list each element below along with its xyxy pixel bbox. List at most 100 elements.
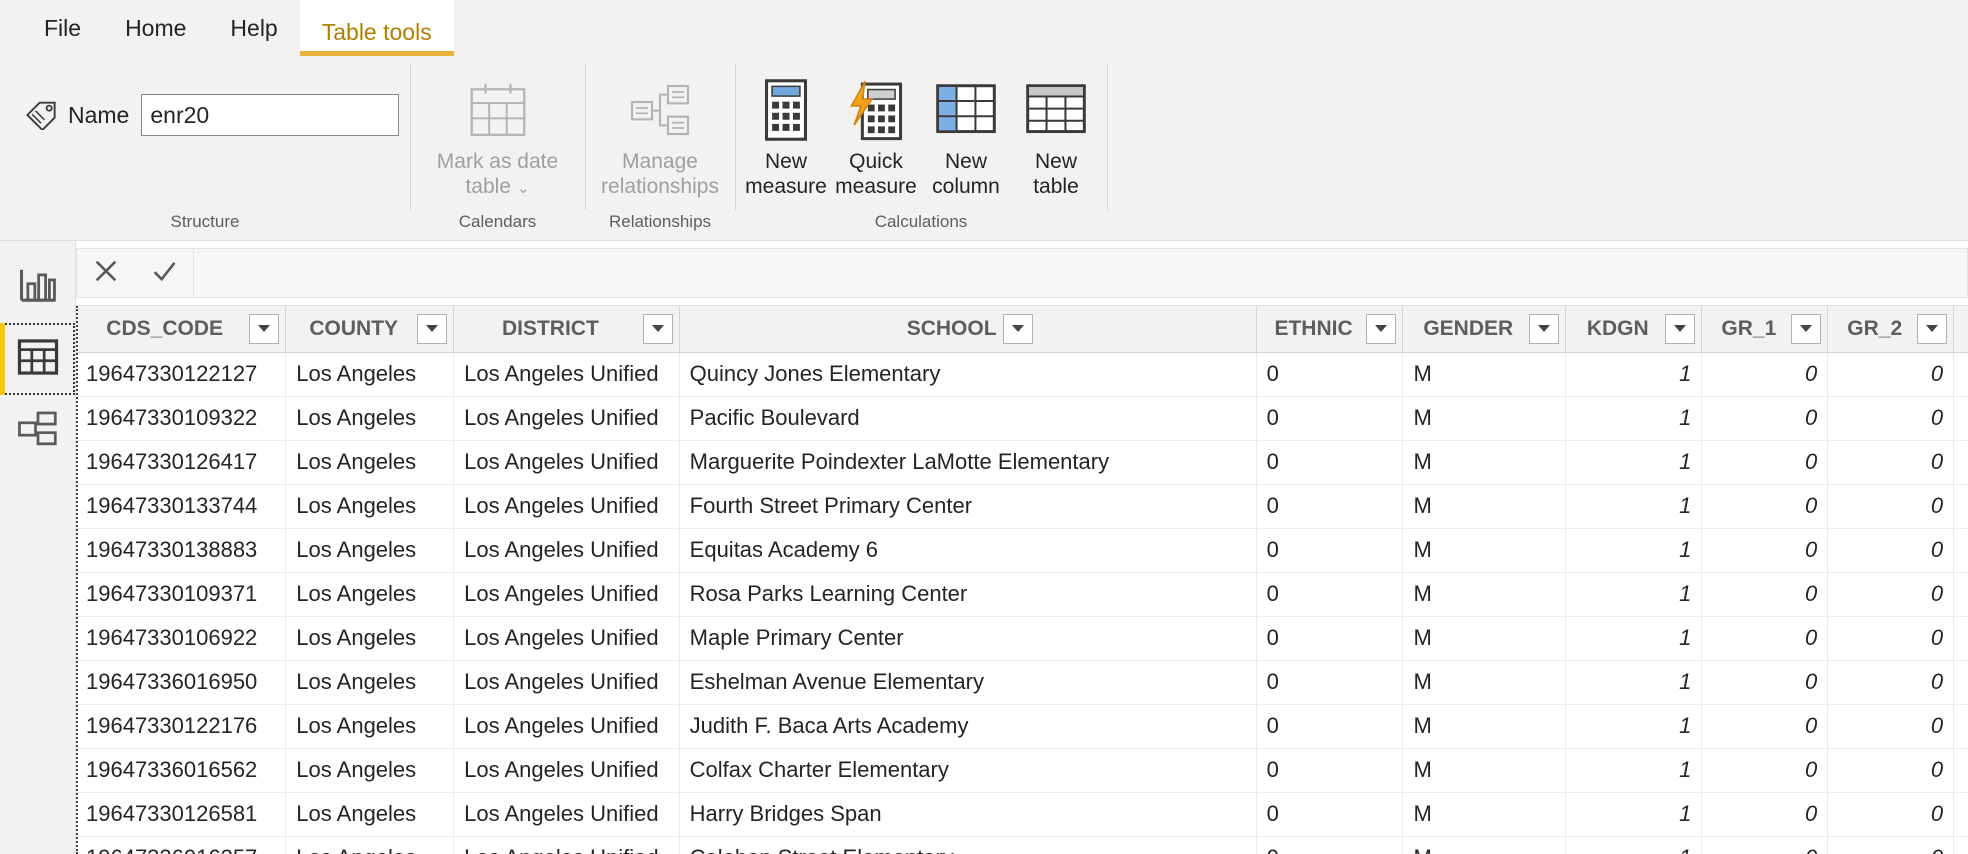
cell-gender[interactable]: M [1402,396,1567,441]
table-row[interactable]: 19647336016257Los AngelesLos Angeles Uni… [76,836,1968,854]
cell-gr_3[interactable]: 0 [1953,440,1968,485]
cell-cds_code[interactable]: 19647330126581 [76,792,287,837]
cell-county[interactable]: Los Angeles [285,396,455,441]
cell-gr_1[interactable]: 0 [1701,748,1829,793]
cell-ethnic[interactable]: 0 [1256,836,1404,854]
cell-gr_2[interactable]: 0 [1827,440,1955,485]
quick-measure-button[interactable]: Quick measure [831,66,921,199]
column-header-kdgn[interactable]: KDGN [1565,306,1703,353]
cell-district[interactable]: Los Angeles Unified [453,792,680,837]
cell-ethnic[interactable]: 0 [1256,440,1404,485]
formula-input[interactable] [194,248,1968,298]
table-row[interactable]: 19647330133744 Los Angeles Los Angeles Uni… [76,484,1968,529]
cell-county[interactable]: Los Angeles [285,792,455,837]
cell-gr_1[interactable]: 0 [1701,528,1829,573]
cell-gr_3[interactable]: 0 [1953,352,1968,397]
column-filter-button-school[interactable] [1002,313,1033,344]
cell-gr_1[interactable]: 0 [1701,352,1829,397]
cell-kdgn[interactable]: 1 [1565,396,1703,441]
cell-gr_3[interactable]: 0 [1953,396,1968,441]
cell-kdgn[interactable]: 1 [1565,484,1703,529]
cell-gender[interactable]: M [1402,704,1567,749]
table-row[interactable]: 19647330138883 Los Angeles Los Angeles Uni… [76,528,1968,573]
cell-ethnic[interactable]: 0 [1256,792,1404,837]
cell-district[interactable]: Los Angeles Unified [453,660,680,705]
cell-gr_3[interactable]: 0 [1953,792,1968,837]
cell-school[interactable]: Fourth Street Primary Center [679,484,1257,529]
ribbon-tab-home[interactable]: Home [103,17,208,54]
column-header-school[interactable]: SCHOOL [679,306,1257,353]
table-name-input[interactable] [141,94,400,136]
cell-gr_3[interactable]: 0 [1953,616,1968,661]
cell-ethnic[interactable]: 0 [1256,484,1404,529]
new-table-button[interactable]: New table [1011,66,1101,199]
cell-county[interactable]: Los Angeles [285,528,455,573]
cell-gr_3[interactable]: 0 [1953,836,1968,854]
cell-ethnic[interactable]: 0 [1256,704,1404,749]
cell-gr_2[interactable]: 0 [1827,660,1955,705]
ribbon-tab-file[interactable]: File [22,17,103,54]
cell-county[interactable]: Los Angeles [285,616,455,661]
column-filter-button-gr_2[interactable] [1917,313,1948,344]
new-measure-button[interactable]: New measure [741,66,831,199]
cell-gr_3[interactable]: 0 [1953,660,1968,705]
new-column-button[interactable]: New column [921,66,1011,199]
column-filter-button-gender[interactable] [1529,313,1560,344]
cell-district[interactable]: Los Angeles Unified [453,748,680,793]
cell-cds_code[interactable]: 19647336016950 [76,660,287,705]
cell-cds_code[interactable]: 19647330109322 [76,396,287,441]
cell-district[interactable]: Los Angeles Unified [453,704,680,749]
cell-school[interactable]: Rosa Parks Learning Center [679,572,1257,617]
cell-kdgn[interactable]: 1 [1565,440,1703,485]
cell-school[interactable]: Marguerite Poindexter LaMotte Elementary [679,440,1257,485]
cell-cds_code[interactable]: 19647330133744 [76,484,287,529]
cell-county[interactable]: Los Angeles [285,836,455,854]
cell-gr_1[interactable]: 0 [1701,836,1829,854]
sidebar-item-model-view[interactable] [0,395,75,467]
cell-gender[interactable]: M [1402,616,1567,661]
cell-cds_code[interactable]: 19647330122127 [76,352,287,397]
table-row[interactable]: 19647330106922 Los Angeles Los Angeles Uni… [76,616,1968,661]
cell-gr_2[interactable]: 0 [1827,748,1955,793]
cell-cds_code[interactable]: 19647330138883 [76,528,287,573]
cell-gr_3[interactable]: 0 [1953,528,1968,573]
cell-cds_code[interactable]: 19647336016257 [76,836,287,854]
cell-gender[interactable]: M [1402,528,1567,573]
column-filter-button-ethnic[interactable] [1366,313,1397,344]
column-header-ethnic[interactable]: ETHNIC [1256,306,1404,353]
cell-ethnic[interactable]: 0 [1256,528,1404,573]
cell-cds_code[interactable]: 19647330122176 [76,704,287,749]
table-row[interactable]: 19647330109371 Los Angeles Los Angeles Uni… [76,572,1968,617]
column-filter-button-cds_code[interactable] [249,313,280,344]
cell-ethnic[interactable]: 0 [1256,660,1404,705]
cell-school[interactable]: Calahan Street Elementary [679,836,1257,854]
cell-gender[interactable]: M [1402,748,1567,793]
cell-gr_1[interactable]: 0 [1701,660,1829,705]
column-header-county[interactable]: COUNTY [285,306,455,353]
cell-gr_1[interactable]: 0 [1701,616,1829,661]
cell-kdgn[interactable]: 1 [1565,748,1703,793]
cell-gr_2[interactable]: 0 [1827,396,1955,441]
cell-cds_code[interactable]: 19647336016562 [76,748,287,793]
column-header-district[interactable]: DISTRICT [453,306,680,353]
sidebar-item-report-view[interactable] [0,251,75,323]
cell-ethnic[interactable]: 0 [1256,748,1404,793]
cell-school[interactable]: Maple Primary Center [679,616,1257,661]
cell-district[interactable]: Los Angeles Unified [453,616,680,661]
cell-gr_2[interactable]: 0 [1827,484,1955,529]
column-header-cds_code[interactable]: CDS_CODE [76,306,287,353]
cell-gender[interactable]: M [1402,440,1567,485]
column-filter-button-kdgn[interactable] [1665,313,1696,344]
cell-school[interactable]: Judith F. Baca Arts Academy [679,704,1257,749]
data-grid-container[interactable]: CDS_CODE COUNTY DISTRICT SCHOOL ETHNIC GENDER… [76,305,1968,854]
cell-kdgn[interactable]: 1 [1565,704,1703,749]
cell-school[interactable]: Harry Bridges Span [679,792,1257,837]
cell-district[interactable]: Los Angeles Unified [453,528,680,573]
cell-gender[interactable]: M [1402,836,1567,854]
cell-gender[interactable]: M [1402,792,1567,837]
cell-gr_2[interactable]: 0 [1827,352,1955,397]
table-row[interactable]: 19647330109322 Los Angeles Los Angeles Uni… [76,396,1968,441]
cell-school[interactable]: Pacific Boulevard [679,396,1257,441]
cell-district[interactable]: Los Angeles Unified [453,572,680,617]
cell-gr_2[interactable]: 0 [1827,616,1955,661]
